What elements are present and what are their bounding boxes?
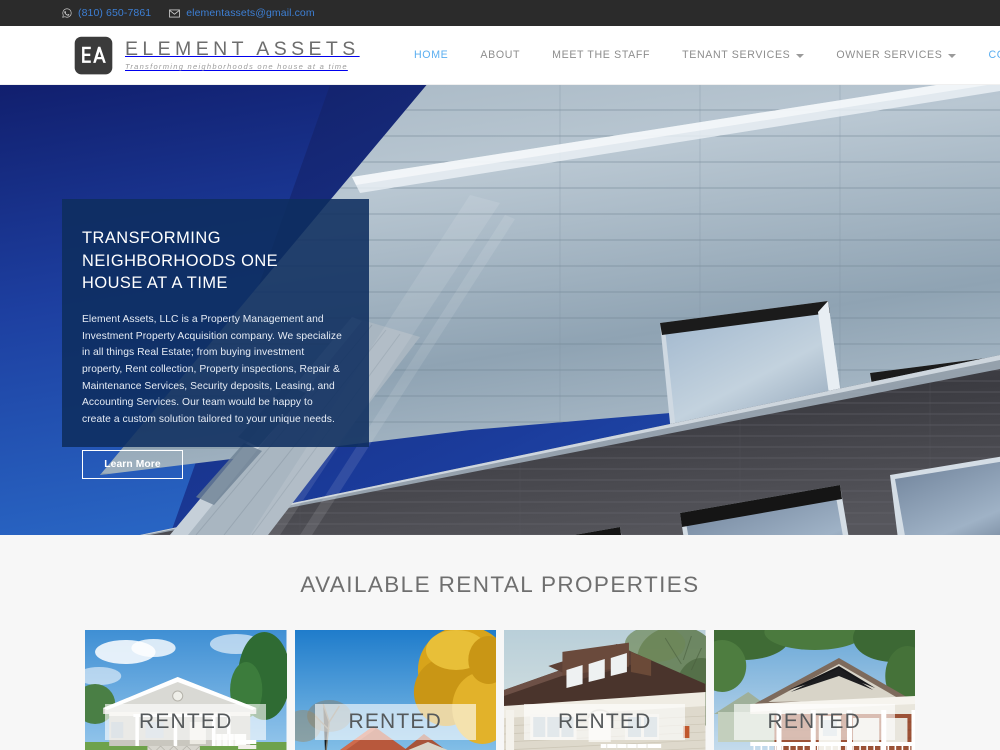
- email-link[interactable]: elementassets@gmail.com: [169, 7, 315, 19]
- property-card[interactable]: RENTED: [294, 630, 496, 750]
- nav-item-meet-the-staff[interactable]: MEET THE STAFF: [536, 49, 666, 61]
- nav-label: TENANT SERVICES: [682, 49, 791, 61]
- nav-label: MEET THE STAFF: [552, 49, 651, 61]
- available-rental-properties-section: AVAILABLE RENTAL PROPERTIES RENTED RENTE…: [0, 535, 1000, 750]
- main-navigation: HOME ABOUT MEET THE STAFF TENANT SERVICE…: [398, 26, 1000, 84]
- nav-label: OWNER SERVICES: [836, 49, 943, 61]
- hero-overlay-card: TRANSFORMING NEIGHBORHOODS ONE HOUSE AT …: [62, 199, 369, 479]
- section-heading: AVAILABLE RENTAL PROPERTIES: [300, 572, 700, 597]
- site-header: ELEMENT ASSETS Transforming neighborhood…: [0, 26, 1000, 85]
- top-utility-bar: (810) 650-7861 elementassets@gmail.com: [0, 0, 1000, 26]
- logo-name: ELEMENT ASSETS: [125, 37, 360, 60]
- status-label: RENTED: [348, 710, 443, 733]
- nav-label: ABOUT: [480, 49, 521, 61]
- nav-item-tenant-services[interactable]: TENANT SERVICES: [666, 49, 820, 61]
- status-label: RENTED: [557, 710, 652, 733]
- chevron-down-icon: [948, 53, 957, 58]
- logo[interactable]: ELEMENT ASSETS Transforming neighborhood…: [72, 34, 360, 77]
- phone-number: (810) 650-7861: [78, 7, 152, 19]
- chevron-down-icon: [796, 53, 805, 58]
- nav-item-home[interactable]: HOME: [398, 49, 464, 61]
- nav-item-about[interactable]: ABOUT: [464, 49, 536, 61]
- ea-monogram-icon: [72, 34, 115, 77]
- hero-description: Element Assets, LLC is a Property Manage…: [82, 313, 342, 425]
- nav-label: HOME: [414, 49, 449, 61]
- status-label: RENTED: [767, 710, 862, 733]
- envelope-icon: [169, 9, 181, 18]
- property-card[interactable]: RENTED: [504, 630, 706, 750]
- status-badge: RENTED: [105, 704, 267, 740]
- status-badge: RENTED: [733, 704, 895, 740]
- property-card[interactable]: RENTED: [713, 630, 915, 750]
- status-label: RENTED: [138, 710, 233, 733]
- phone-link[interactable]: (810) 650-7861: [62, 7, 151, 19]
- logo-tagline: Transforming neighborhoods one house at …: [125, 62, 348, 72]
- nav-item-contact[interactable]: CONTACT: [972, 49, 1000, 61]
- learn-more-button[interactable]: Learn More: [82, 449, 183, 479]
- status-badge: RENTED: [314, 704, 476, 740]
- email-address: elementassets@gmail.com: [186, 7, 315, 19]
- phone-icon: [62, 8, 72, 18]
- status-badge: RENTED: [524, 704, 686, 740]
- properties-grid: RENTED RENTED RENTED RENTED: [0, 630, 1000, 750]
- hero-title: TRANSFORMING NEIGHBORHOODS ONE HOUSE AT …: [82, 229, 279, 293]
- hero-section: TRANSFORMING NEIGHBORHOODS ONE HOUSE AT …: [0, 85, 1000, 535]
- nav-label: CONTACT: [988, 49, 1000, 61]
- property-card[interactable]: RENTED: [85, 630, 287, 750]
- nav-item-owner-services[interactable]: OWNER SERVICES: [820, 49, 972, 61]
